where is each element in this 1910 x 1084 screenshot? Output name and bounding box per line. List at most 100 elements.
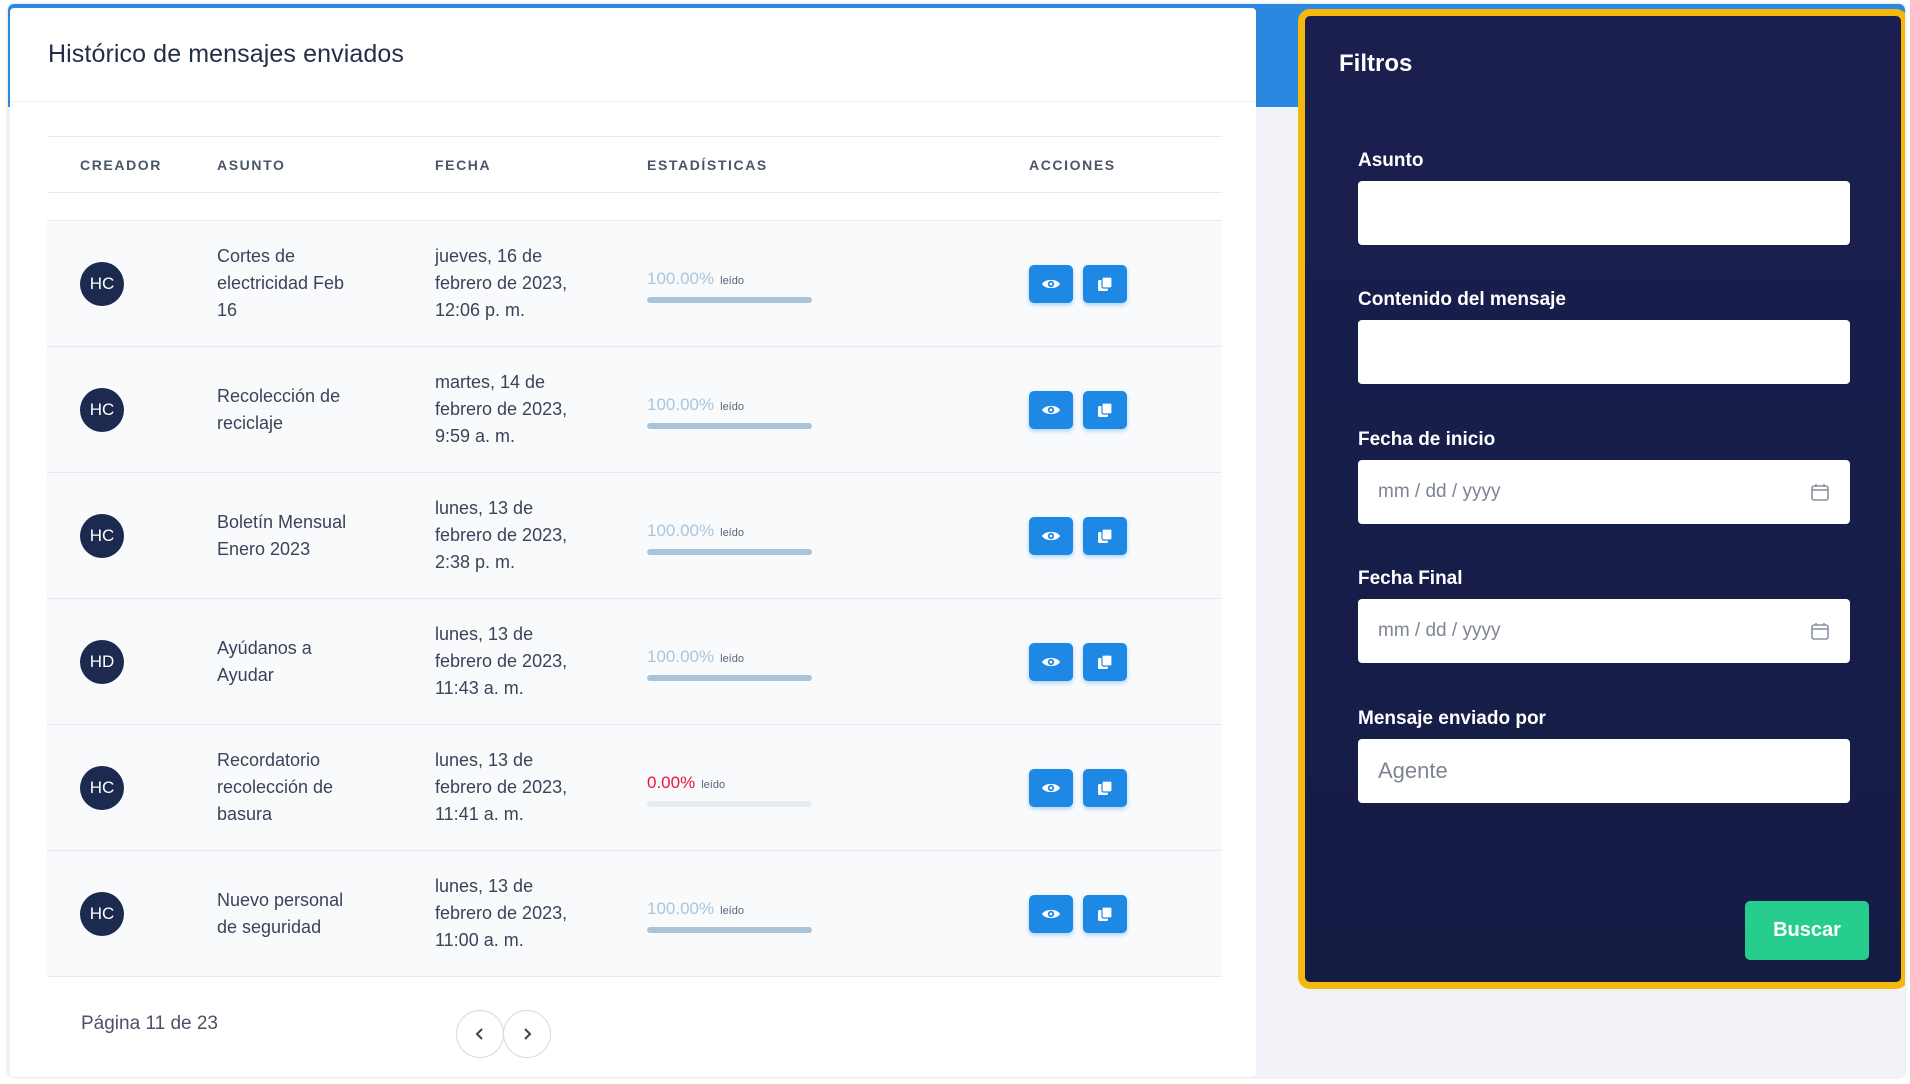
date-cell: lunes, 13 de febrero de 2023, 11:00 a. m… xyxy=(435,851,639,977)
column-header-actions: ACCIONES xyxy=(1029,156,1116,173)
eye-icon xyxy=(1042,909,1060,918)
subject-cell: Boletín Mensual Enero 2023 xyxy=(217,473,435,599)
read-label: leído xyxy=(720,400,744,413)
view-message-button[interactable] xyxy=(1029,768,1073,807)
read-progress-fill xyxy=(647,422,812,429)
read-stat: 100.00% leído xyxy=(647,265,812,303)
next-page-button[interactable] xyxy=(503,1010,551,1058)
page-indicator: Página 11 de 23 xyxy=(81,1013,218,1034)
table-row: HC Nuevo personal de seguridad lunes, 13 d… xyxy=(47,850,1222,977)
copy-icon xyxy=(1098,527,1113,543)
subject-text: Recordatorio recolección de basura xyxy=(217,750,334,824)
eye-icon xyxy=(1042,531,1060,540)
column-header-stats: ESTADÍSTICAS xyxy=(647,156,768,173)
eye-icon xyxy=(1042,279,1060,288)
read-progress-bar xyxy=(647,926,812,933)
app-frame: Histórico de mensajes enviados CREADOR A… xyxy=(8,4,1905,1077)
start-date-placeholder: mm / dd / yyyy xyxy=(1378,481,1501,502)
filters-title: Filtros xyxy=(1339,50,1413,77)
read-progress-fill xyxy=(647,548,812,555)
end-date-label: Fecha Final xyxy=(1358,568,1463,589)
table-spacer xyxy=(47,193,1222,221)
prev-page-button[interactable] xyxy=(456,1010,504,1058)
date-cell: lunes, 13 de febrero de 2023, 2:38 p. m. xyxy=(435,473,639,599)
read-progress-bar xyxy=(647,800,812,807)
copy-icon xyxy=(1098,275,1113,291)
date-cell: lunes, 13 de febrero de 2023, 11:41 a. m… xyxy=(435,725,639,851)
subject-text: Ayúdanos a Ayudar xyxy=(217,637,312,685)
date-cell: jueves, 16 de febrero de 2023, 12:06 p. … xyxy=(435,221,639,347)
subject-text: Recolección de reciclaje xyxy=(217,385,341,433)
creator-cell: HC xyxy=(47,473,217,599)
actions-cell xyxy=(1029,221,1222,347)
read-percentage: 100.00% xyxy=(647,520,715,540)
calendar-icon[interactable] xyxy=(1810,621,1830,641)
calendar-icon[interactable] xyxy=(1810,482,1830,502)
duplicate-message-button[interactable] xyxy=(1083,390,1127,429)
copy-icon xyxy=(1098,905,1113,921)
subject-input[interactable] xyxy=(1358,181,1850,245)
read-stat: 0.00% leído xyxy=(647,769,812,807)
messages-table: CREADOR ASUNTO FECHA ESTADÍSTICAS ACCION… xyxy=(47,136,1222,977)
view-message-button[interactable] xyxy=(1029,894,1073,933)
read-progress-fill xyxy=(647,296,812,303)
creator-cell: HC xyxy=(47,725,217,851)
read-percentage: 100.00% xyxy=(647,268,715,288)
start-date-input[interactable]: mm / dd / yyyy xyxy=(1358,460,1850,524)
subject-label: Asunto xyxy=(1358,150,1424,171)
eye-icon xyxy=(1042,405,1060,414)
date-text: martes, 14 de febrero de 2023, 9:59 a. m… xyxy=(435,372,568,446)
view-message-button[interactable] xyxy=(1029,390,1073,429)
view-message-button[interactable] xyxy=(1029,264,1073,303)
copy-icon xyxy=(1098,401,1113,417)
read-percentage: 0.00% xyxy=(647,772,696,792)
read-progress-bar xyxy=(647,296,812,303)
duplicate-message-button[interactable] xyxy=(1083,768,1127,807)
duplicate-message-button[interactable] xyxy=(1083,642,1127,681)
read-progress-bar xyxy=(647,674,812,681)
read-stat: 100.00% leído xyxy=(647,517,812,555)
read-percentage: 100.00% xyxy=(647,898,715,918)
read-progress-fill xyxy=(647,674,812,681)
view-message-button[interactable] xyxy=(1029,516,1073,555)
avatar: HD xyxy=(80,639,124,684)
stats-cell: 100.00% leído xyxy=(639,851,1029,977)
actions-cell xyxy=(1029,347,1222,473)
subject-cell: Nuevo personal de seguridad xyxy=(217,851,435,977)
date-text: lunes, 13 de febrero de 2023, 11:00 a. m… xyxy=(435,876,568,950)
read-stat: 100.00% leído xyxy=(647,643,812,681)
table-row: HD Ayúdanos a Ayudar lunes, 13 de febrero … xyxy=(47,598,1222,725)
eye-icon xyxy=(1042,783,1060,792)
date-text: lunes, 13 de febrero de 2023, 11:41 a. m… xyxy=(435,750,568,824)
actions-cell xyxy=(1029,473,1222,599)
subject-cell: Cortes de electricidad Feb 16 xyxy=(217,221,435,347)
duplicate-message-button[interactable] xyxy=(1083,264,1127,303)
read-label: leído xyxy=(720,526,744,539)
duplicate-message-button[interactable] xyxy=(1083,516,1127,555)
stats-cell: 100.00% leído xyxy=(639,599,1029,725)
subject-cell: Recordatorio recolección de basura xyxy=(217,725,435,851)
date-text: lunes, 13 de febrero de 2023, 2:38 p. m. xyxy=(435,498,568,572)
duplicate-message-button[interactable] xyxy=(1083,894,1127,933)
search-button[interactable]: Buscar xyxy=(1745,901,1869,960)
avatar: HC xyxy=(80,891,124,936)
subject-cell: Ayúdanos a Ayudar xyxy=(217,599,435,725)
column-header-date: FECHA xyxy=(435,156,492,173)
copy-icon xyxy=(1098,653,1113,669)
table-row: HC Recolección de reciclaje martes, 14 de … xyxy=(47,346,1222,473)
table-body: HC Cortes de electricidad Feb 16 jueves, 1… xyxy=(47,193,1222,977)
content-input[interactable] xyxy=(1358,320,1850,384)
read-progress-bar xyxy=(647,422,812,429)
copy-icon xyxy=(1098,779,1113,795)
avatar: HC xyxy=(80,261,124,306)
actions-cell xyxy=(1029,725,1222,851)
view-message-button[interactable] xyxy=(1029,642,1073,681)
read-stat: 100.00% leído xyxy=(647,895,812,933)
content-label: Contenido del mensaje xyxy=(1358,289,1566,310)
page-title: Histórico de mensajes enviados xyxy=(48,40,404,68)
column-header-creator: CREADOR xyxy=(80,156,162,173)
table-row: HC Boletín Mensual Enero 2023 lunes, 13 de… xyxy=(47,472,1222,599)
end-date-input[interactable]: mm / dd / yyyy xyxy=(1358,599,1850,663)
creator-cell: HD xyxy=(47,599,217,725)
sender-input[interactable]: Agente xyxy=(1358,739,1850,803)
